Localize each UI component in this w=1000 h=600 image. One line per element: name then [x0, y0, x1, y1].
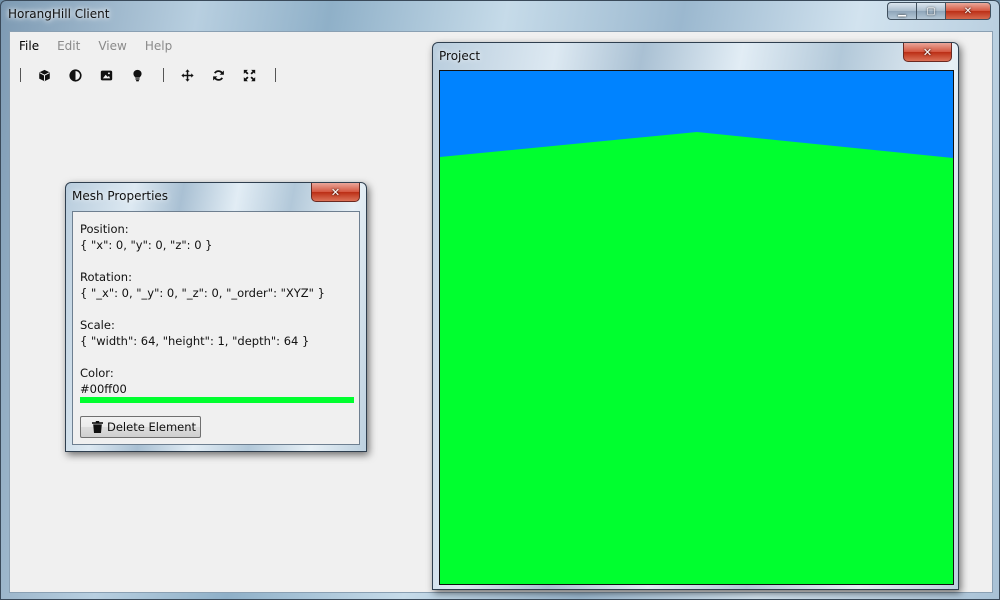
minimize-icon: ▁ [898, 5, 906, 17]
mesh-properties-close-button[interactable]: ✕ [311, 183, 360, 202]
half-circle-icon [69, 68, 82, 82]
color-group: Color: #00ff00 [80, 365, 354, 403]
mesh-properties-title: Mesh Properties [72, 189, 169, 203]
image-icon [100, 70, 113, 80]
scale-label: Scale: [80, 318, 115, 332]
caption-buttons: ▁ ▢ ✕ [887, 2, 991, 20]
position-value: { "x": 0, "y": 0, "z": 0 } [80, 238, 213, 252]
position-group: Position: { "x": 0, "y": 0, "z": 0 } [80, 221, 352, 253]
scene-ground-plane [440, 132, 953, 584]
delete-element-button[interactable]: Delete Element [80, 416, 201, 438]
toolbar-separator [275, 68, 276, 82]
menu-view[interactable]: View [89, 37, 135, 55]
minimize-button[interactable]: ▁ [887, 2, 916, 20]
rotation-group: Rotation: { "_x": 0, "_y": 0, "_z": 0, "… [80, 269, 352, 301]
close-icon: ✕ [922, 45, 933, 59]
maximize-icon: ▢ [926, 5, 936, 17]
menu-edit[interactable]: Edit [48, 37, 89, 55]
toolbar-separator [20, 68, 21, 82]
lightbulb-icon [133, 69, 142, 81]
color-swatch[interactable] [80, 397, 354, 403]
add-sphere-button[interactable] [60, 63, 91, 87]
project-window: Project ✕ [432, 42, 959, 590]
rotation-value: { "_x": 0, "_y": 0, "_z": 0, "_order": "… [80, 286, 325, 300]
delete-element-label: Delete Element [107, 420, 197, 434]
rotation-label: Rotation: [80, 270, 132, 284]
mesh-properties-body: Position: { "x": 0, "y": 0, "z": 0 } Rot… [72, 211, 360, 445]
color-value: #00ff00 [80, 382, 127, 396]
mesh-properties-window: Mesh Properties ✕ Position: { "x": 0, "y… [65, 182, 367, 452]
close-icon: ✕ [330, 185, 341, 199]
position-label: Position: [80, 222, 129, 236]
add-cube-button[interactable] [29, 63, 60, 87]
color-label: Color: [80, 366, 114, 380]
add-light-button[interactable] [122, 63, 153, 87]
cube-icon [39, 69, 50, 81]
project-close-button[interactable]: ✕ [903, 43, 952, 62]
scale-value: { "width": 64, "height": 1, "depth": 64 … [80, 334, 310, 348]
close-icon: ✕ [963, 5, 973, 17]
project-title: Project [439, 49, 481, 63]
move-tool-button[interactable] [172, 63, 203, 87]
trash-icon [92, 421, 103, 433]
scene-canvas[interactable] [440, 71, 953, 584]
scale-tool-button[interactable] [234, 63, 265, 87]
expand-icon [243, 69, 256, 81]
maximize-button[interactable]: ▢ [916, 2, 945, 20]
close-button[interactable]: ✕ [945, 2, 991, 20]
scale-group: Scale: { "width": 64, "height": 1, "dept… [80, 317, 352, 349]
rotate-tool-button[interactable] [203, 63, 234, 87]
add-image-button[interactable] [91, 63, 122, 87]
project-viewport[interactable] [439, 70, 954, 585]
rotate-icon [213, 69, 224, 81]
menubar: File Edit View Help [10, 37, 181, 55]
menu-file[interactable]: File [10, 37, 48, 55]
toolbar-separator [163, 68, 164, 82]
menu-help[interactable]: Help [136, 37, 181, 55]
move-icon [181, 68, 194, 82]
window-title: HorangHill Client [8, 7, 110, 21]
toolbar [10, 62, 284, 88]
